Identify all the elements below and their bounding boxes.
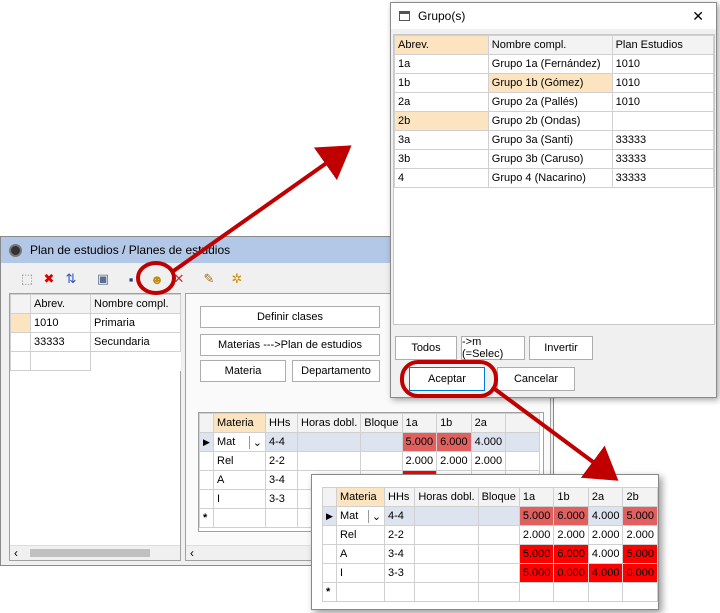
zoom-grid: Materia HHs Horas dobl. Bloque 1a 1b 2a … <box>322 487 658 602</box>
cancelar-button[interactable]: Cancelar <box>497 367 575 391</box>
table-row[interactable]: 1b Grupo 1b (Gómez) 1010 <box>394 73 715 93</box>
left-hscrollbar[interactable]: ‹ <box>10 545 180 560</box>
table-row[interactable]: 1010 Primaria <box>10 313 181 333</box>
copy-icon[interactable]: ▣ <box>95 271 111 287</box>
groups-icon[interactable]: ☻ <box>149 271 165 287</box>
groups-list-panel: Abrev. Nombre compl. Plan Estudios 1a Gru… <box>393 34 715 325</box>
toolbar: ⬚ ✖ ⇅ ▣ ▪ ☻ ✕ ✎ ✲ <box>15 271 265 289</box>
table-row[interactable]: Rel 2-2 2.000 2.000 2.000 <box>199 451 541 471</box>
new-row-marker: * <box>199 508 214 528</box>
save-icon[interactable]: ▪ <box>123 271 139 287</box>
current-row-marker: ▶ <box>322 506 337 526</box>
close-icon[interactable]: ✕ <box>692 8 704 25</box>
table-row[interactable]: 1a Grupo 1a (Fernández) 1010 <box>394 54 715 74</box>
aceptar-button[interactable]: Aceptar <box>409 367 485 391</box>
left-panel: Abrev. Nombre compl. 1010 Primaria 33333… <box>9 293 181 561</box>
new-icon[interactable]: ⬚ <box>19 271 35 287</box>
edit-icon[interactable]: ✎ <box>201 271 217 287</box>
table-row[interactable]: * <box>322 582 658 602</box>
todos-button[interactable]: Todos <box>395 336 457 360</box>
table-row[interactable]: ▶ Mat ⌄ 4-4 5.000 6.000 4.000 <box>199 432 541 452</box>
app-clock-icon <box>9 243 22 257</box>
main-window-title: Plan de estudios / Planes de estudios <box>30 243 231 257</box>
dialog-title: Grupo(s) <box>418 9 466 23</box>
invertir-button[interactable]: Invertir <box>529 336 593 360</box>
zoom-inset: Materia HHs Horas dobl. Bloque 1a 1b 2a … <box>311 474 659 610</box>
scroll-left-icon[interactable]: ‹ <box>14 546 18 560</box>
left-scroll-thumb[interactable] <box>30 549 150 557</box>
table-row[interactable]: Rel 2-2 2.000 2.000 2.000 2.000 <box>322 525 658 545</box>
departamento-button[interactable]: Departamento <box>292 360 380 382</box>
table-row[interactable]: A 3-4 5.000 6.000 4.000 5.000 <box>322 544 658 564</box>
plan-col-nombre[interactable]: Nombre compl. <box>90 294 181 314</box>
table-row[interactable]: I 3-3 5.000 0.000 4.000 0.000 <box>322 563 658 583</box>
current-row-marker: ▶ <box>199 432 214 452</box>
materias-plan-button[interactable]: Materias --->Plan de estudios <box>200 334 380 356</box>
delete-icon[interactable]: ✖ <box>41 271 57 287</box>
delete-group-icon[interactable]: ✕ <box>171 271 187 287</box>
selec-button[interactable]: ->m (=Selec) <box>461 336 525 360</box>
table-row[interactable]: 3a Grupo 3a (Santi) 33333 <box>394 130 715 150</box>
plan-grid: Abrev. Nombre compl. 1010 Primaria 33333… <box>10 294 181 371</box>
table-row[interactable]: 33333 Secundaria <box>10 332 181 352</box>
window-icon <box>399 11 410 21</box>
table-row[interactable]: 3b Grupo 3b (Caruso) 33333 <box>394 149 715 169</box>
groups-grid: Abrev. Nombre compl. Plan Estudios 1a Gru… <box>394 35 715 188</box>
definir-clases-button[interactable]: Definir clases <box>200 306 380 328</box>
table-row[interactable]: 2a Grupo 2a (Pallés) 1010 <box>394 92 715 112</box>
chevron-down-icon[interactable]: ⌄ <box>367 509 381 523</box>
dialog-titlebar: Grupo(s) ✕ <box>391 3 716 29</box>
settings-icon[interactable]: ✲ <box>229 271 245 287</box>
sort-icon[interactable]: ⇅ <box>63 271 79 287</box>
chevron-down-icon[interactable]: ⌄ <box>248 435 262 449</box>
table-row[interactable] <box>10 351 181 371</box>
scroll-left-icon[interactable]: ‹ <box>190 546 194 560</box>
table-row[interactable]: 2b Grupo 2b (Ondas) <box>394 111 715 131</box>
new-row-marker: * <box>322 582 337 602</box>
table-row[interactable]: 4 Grupo 4 (Nacarino) 33333 <box>394 168 715 188</box>
table-row[interactable]: ▶ Mat ⌄ 4-4 5.000 6.000 4.000 5.000 <box>322 506 658 526</box>
groups-dialog: Grupo(s) ✕ Abrev. Nombre compl. Plan Est… <box>390 2 717 398</box>
materia-button[interactable]: Materia <box>200 360 286 382</box>
plan-col-abrev[interactable]: Abrev. <box>30 294 91 314</box>
